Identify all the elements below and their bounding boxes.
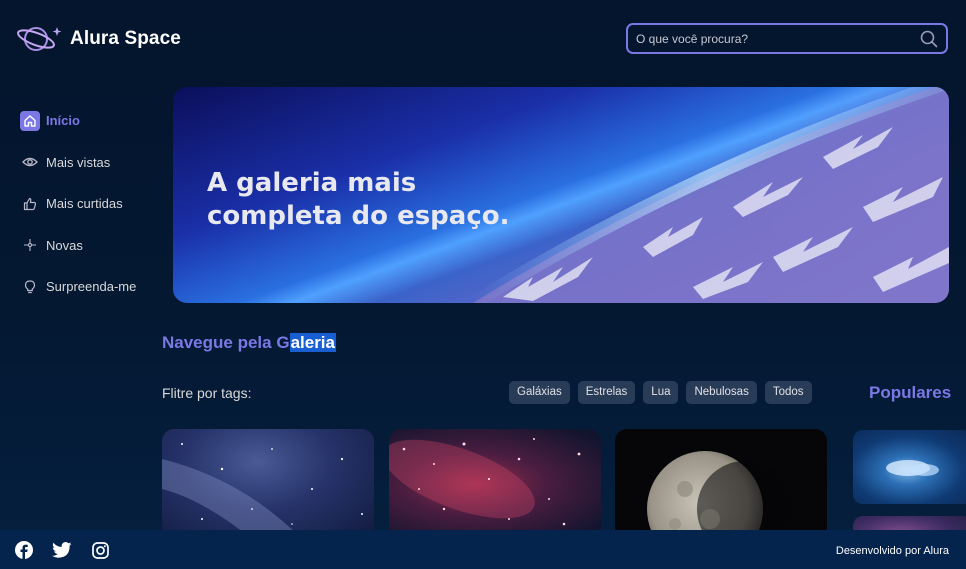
moon-image: [647, 451, 793, 539]
tag-estrelas[interactable]: Estrelas: [577, 381, 636, 404]
milky-way-image: [162, 443, 363, 539]
tag-filter-list: Galáxias Estrelas Lua Nebulosas Todos: [509, 381, 820, 404]
sidebar-item-novas[interactable]: Novas: [20, 225, 160, 267]
brand-name: Alura Space: [70, 28, 181, 49]
logo[interactable]: Alura Space: [16, 22, 181, 56]
tag-galaxias[interactable]: Galáxias: [509, 381, 570, 404]
thumbs-up-icon: [20, 194, 40, 214]
filter-label: Flitre por tags:: [162, 385, 252, 401]
gallery-heading: Navegue pela Galeria: [162, 333, 336, 353]
gallery-card[interactable]: [389, 429, 601, 539]
banner-title-line: A galeria mais: [207, 168, 417, 198]
tag-lua[interactable]: Lua: [643, 381, 679, 404]
instagram-icon[interactable]: [90, 540, 110, 560]
sparkle-icon: [20, 235, 40, 255]
nebula-stars-image: [389, 438, 581, 526]
social-links: [14, 540, 128, 560]
sidebar-item-label: Início: [46, 113, 80, 129]
planet-logo-icon: [17, 27, 62, 51]
facebook-icon[interactable]: [14, 540, 34, 560]
banner-title-line: completa do espaço.: [207, 201, 510, 231]
twitter-icon[interactable]: [52, 540, 72, 560]
developer-credit: Desenvolvido por Alura: [835, 545, 949, 557]
sidebar-item-inicio[interactable]: Início: [20, 100, 160, 142]
gallery-heading-text: Navegue pela G: [162, 333, 290, 352]
banner-title: A galeria mais completa do espaço.: [207, 167, 527, 233]
sidebar-item-label: Surpreenda-me: [46, 279, 137, 295]
lightbulb-icon: [20, 277, 40, 297]
sidebar-item-surpreenda-me[interactable]: Surpreenda-me: [20, 266, 160, 308]
sidebar-item-label: Mais vistas: [46, 154, 111, 170]
hero-banner: A galeria mais completa do espaço.: [173, 87, 949, 303]
gallery-heading-selected-text: aleria: [289, 333, 336, 352]
sidebar-item-mais-curtidas[interactable]: Mais curtidas: [20, 183, 160, 225]
search-input[interactable]: [628, 25, 908, 52]
gallery-card[interactable]: [615, 429, 827, 539]
footer: Desenvolvido por Alura: [0, 530, 966, 569]
gallery-card[interactable]: [162, 429, 374, 539]
sidebar-item-label: Novas: [46, 237, 83, 253]
eye-icon: [20, 152, 40, 172]
popular-heading: Populares: [869, 383, 952, 402]
search-box: [626, 23, 948, 54]
tag-todos[interactable]: Todos: [764, 381, 812, 404]
sidebar-item-label: Mais curtidas: [46, 196, 123, 212]
sidebar-nav: Início Mais vistas Mais curtidas Novas S…: [20, 100, 160, 308]
cloud-nebula-image: [886, 460, 939, 476]
sidebar-item-mais-vistas[interactable]: Mais vistas: [20, 142, 160, 184]
tag-nebulosas[interactable]: Nebulosas: [686, 381, 757, 404]
popular-card[interactable]: [853, 430, 966, 504]
header: Alura Space: [0, 0, 966, 80]
home-icon: [20, 110, 40, 131]
search-icon[interactable]: [920, 30, 938, 48]
